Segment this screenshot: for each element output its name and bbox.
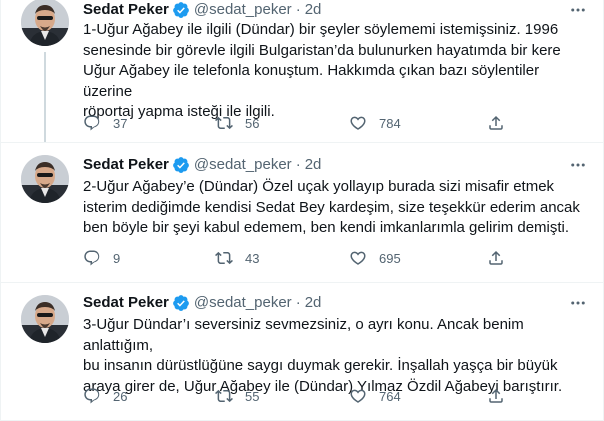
- retweet-icon: [215, 116, 233, 130]
- tweet-divider: [1, 282, 603, 283]
- share-icon: [489, 388, 503, 403]
- verified-badge-icon: [172, 1, 190, 19]
- author-name[interactable]: Sedat Peker: [83, 155, 169, 175]
- author-handle[interactable]: @sedat_peker: [194, 155, 292, 175]
- like-count: 784: [379, 115, 401, 131]
- retweet-button[interactable]: 43: [215, 248, 259, 268]
- like-icon: [350, 251, 366, 265]
- tweet-text-line: ben böyle bir şeyi kabul edemem, ben ken…: [83, 219, 570, 236]
- reply-icon: [84, 388, 100, 404]
- verified-badge-icon: [172, 294, 190, 312]
- reply-count: 37: [113, 115, 128, 131]
- reply-button[interactable]: 37: [83, 113, 127, 133]
- reply-button[interactable]: 9: [83, 248, 120, 268]
- more-icon[interactable]: [567, 155, 589, 175]
- avatar[interactable]: [21, 0, 69, 46]
- reply-button[interactable]: 26: [83, 386, 127, 406]
- tweet-actions: 26 55 764: [83, 386, 513, 406]
- reply-icon: [84, 250, 100, 266]
- reply-count: 26: [113, 388, 128, 404]
- retweet-count: 55: [245, 388, 260, 404]
- share-button[interactable]: [487, 248, 505, 268]
- reply-icon: [84, 115, 100, 131]
- tweet-timestamp[interactable]: 2d: [305, 0, 322, 20]
- tweet-text-line: Uğur Ağabey ile telefonla konuştum. Hakk…: [83, 62, 540, 100]
- author-handle[interactable]: @sedat_peker: [194, 0, 292, 20]
- author-handle[interactable]: @sedat_peker: [194, 293, 292, 313]
- tweet[interactable]: Sedat Peker @sedat_peker · 2d 1-Uğur Ağa…: [1, 0, 603, 142]
- avatar[interactable]: [21, 295, 69, 343]
- share-icon: [489, 115, 503, 130]
- tweet-text-line: isterim dediğimde kendisi Sedat Bey kard…: [83, 198, 580, 216]
- separator-dot: ·: [295, 294, 301, 311]
- tweet-text-line: 3-Uğur Dündar’ı seversiniz sevmezsiniz, …: [83, 316, 524, 354]
- more-icon[interactable]: [567, 293, 589, 313]
- tweet-thread: Sedat Peker @sedat_peker · 2d 1-Uğur Ağa…: [0, 0, 604, 421]
- retweet-count: 56: [245, 115, 260, 131]
- author-name[interactable]: Sedat Peker: [83, 0, 169, 20]
- share-icon: [489, 250, 503, 265]
- retweet-icon: [215, 251, 233, 265]
- separator-dot: ·: [295, 1, 301, 18]
- tweet-text: 2-Uğur Ağabey’e (Dündar) Özel uçak yolla…: [83, 177, 591, 239]
- avatar[interactable]: [21, 155, 69, 203]
- like-icon: [350, 116, 366, 130]
- author-name[interactable]: Sedat Peker: [83, 293, 169, 313]
- like-count: 695: [379, 250, 401, 266]
- tweet-timestamp[interactable]: 2d: [305, 293, 322, 313]
- tweet-text-line: 2-Uğur Ağabey’e (Dündar) Özel uçak yolla…: [83, 178, 555, 195]
- tweet-text: 1-Uğur Ağabey ile ilgili (Dündar) bir şe…: [83, 20, 591, 123]
- separator-dot: ·: [295, 156, 301, 173]
- thread-connector: [44, 52, 46, 142]
- share-button[interactable]: [487, 113, 505, 133]
- tweet-text-line: senesinde bir görevle ilgili Bulgaristan…: [83, 41, 561, 59]
- retweet-button[interactable]: 56: [215, 113, 259, 133]
- reply-count: 9: [113, 250, 121, 266]
- retweet-count: 43: [245, 250, 260, 266]
- like-icon: [350, 389, 366, 403]
- tweet[interactable]: Sedat Peker @sedat_peker · 2d 2-Uğur Ağa…: [1, 142, 603, 282]
- tweet-timestamp[interactable]: 2d: [305, 155, 322, 175]
- tweet[interactable]: Sedat Peker @sedat_peker · 2d 3-Uğur Dün…: [1, 282, 603, 416]
- tweet-text: 3-Uğur Dündar’ı seversiniz sevmezsiniz, …: [83, 315, 591, 397]
- verified-badge-icon: [172, 156, 190, 174]
- like-count: 764: [379, 388, 401, 404]
- tweet-text-line: bu insanın dürüstlüğüne saygı duymak ger…: [83, 357, 558, 374]
- share-button[interactable]: [487, 386, 505, 406]
- more-icon[interactable]: [567, 0, 589, 20]
- retweet-icon: [215, 389, 233, 403]
- tweet-text-line: 1-Uğur Ağabey ile ilgili (Dündar) bir şe…: [83, 21, 559, 38]
- like-button[interactable]: 784: [349, 113, 401, 133]
- tweet-actions: 9 43 695: [83, 248, 513, 268]
- tweet-divider: [1, 142, 603, 143]
- like-button[interactable]: 695: [349, 248, 401, 268]
- like-button[interactable]: 764: [349, 386, 401, 406]
- tweet-actions: 37 56 784: [83, 113, 513, 133]
- retweet-button[interactable]: 55: [215, 386, 259, 406]
